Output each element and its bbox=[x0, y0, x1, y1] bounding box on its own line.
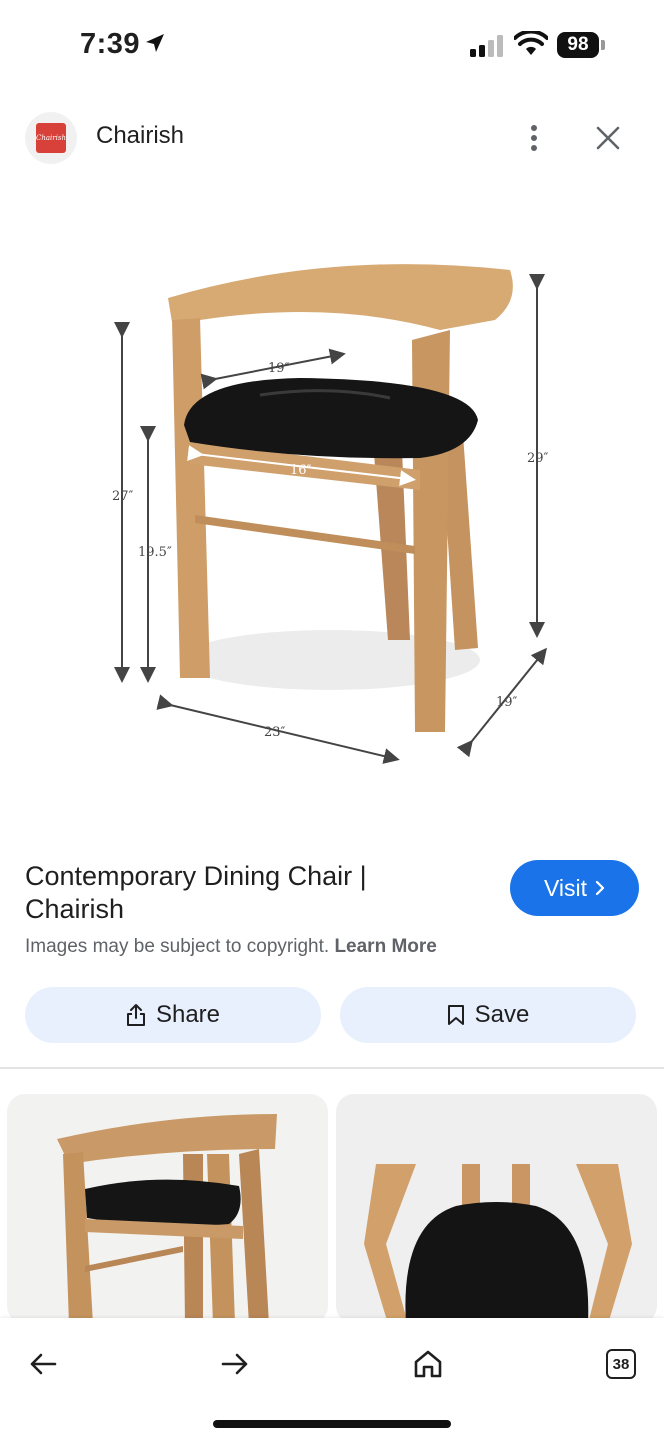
learn-more-link[interactable]: Learn More bbox=[334, 936, 436, 957]
share-button[interactable]: Share bbox=[25, 987, 321, 1043]
home-indicator bbox=[213, 1420, 451, 1428]
copyright-notice: Images may be subject to copyright. Lear… bbox=[25, 936, 437, 958]
forward-button[interactable] bbox=[207, 1336, 263, 1392]
dim-seat-width: 16″ bbox=[290, 463, 312, 478]
home-button[interactable] bbox=[400, 1336, 456, 1392]
battery-tip bbox=[601, 40, 605, 50]
home-icon bbox=[414, 1350, 442, 1378]
more-vertical-icon bbox=[531, 125, 537, 151]
wifi-icon bbox=[514, 31, 548, 55]
dim-seat-height: 19.5″ bbox=[138, 545, 172, 560]
bottom-navigation-bar: 38 bbox=[0, 1318, 664, 1440]
back-button[interactable] bbox=[15, 1336, 71, 1392]
share-icon bbox=[126, 1004, 145, 1026]
location-arrow-icon bbox=[146, 34, 164, 52]
related-image-2[interactable] bbox=[336, 1094, 657, 1324]
save-label: Save bbox=[474, 1001, 530, 1028]
status-bar: 7:39 98 bbox=[0, 0, 664, 90]
save-button[interactable]: Save bbox=[340, 987, 636, 1043]
tabs-count-icon: 38 bbox=[606, 1349, 636, 1379]
dim-height-right: 29″ bbox=[527, 451, 549, 466]
chair-thumbnail-2 bbox=[364, 1164, 632, 1324]
close-icon bbox=[596, 126, 620, 150]
dim-height-left: 27″ bbox=[112, 489, 134, 504]
battery-level: 98 bbox=[567, 34, 589, 55]
bookmark-icon bbox=[447, 1005, 464, 1025]
visit-label: Visit bbox=[543, 874, 588, 901]
tabs-button[interactable]: 38 bbox=[593, 1336, 649, 1392]
status-time: 7:39 bbox=[80, 28, 141, 60]
dim-depth: 19″ bbox=[496, 695, 518, 710]
chair-dimension-image[interactable]: 19″ 16″ 27″ 19.5″ 29″ 19″ 23″ bbox=[0, 220, 664, 800]
result-header: Chairish Chairish bbox=[0, 108, 664, 168]
chair-thumbnail-1 bbox=[57, 1114, 277, 1324]
cellular-signal-icon bbox=[470, 35, 503, 57]
arrow-right-icon bbox=[221, 1353, 248, 1375]
battery-icon: 98 bbox=[557, 32, 599, 58]
site-name[interactable]: Chairish bbox=[96, 122, 184, 150]
share-label: Share bbox=[155, 1001, 221, 1028]
chairish-logo-icon: Chairish bbox=[36, 123, 66, 153]
copyright-text: Images may be subject to copyright. bbox=[25, 936, 330, 957]
related-image-1[interactable] bbox=[7, 1094, 328, 1324]
close-button[interactable] bbox=[586, 116, 630, 160]
dim-back-width: 19″ bbox=[268, 361, 290, 376]
divider bbox=[0, 1067, 664, 1069]
more-options-button[interactable] bbox=[514, 116, 554, 160]
site-logo[interactable]: Chairish bbox=[25, 112, 77, 164]
result-title[interactable]: Contemporary Dining Chair | Chairish bbox=[25, 860, 445, 926]
arrow-left-icon bbox=[30, 1353, 57, 1375]
dim-width: 23″ bbox=[264, 725, 286, 740]
visit-button[interactable]: Visit bbox=[510, 860, 639, 916]
chevron-right-icon bbox=[595, 880, 605, 896]
